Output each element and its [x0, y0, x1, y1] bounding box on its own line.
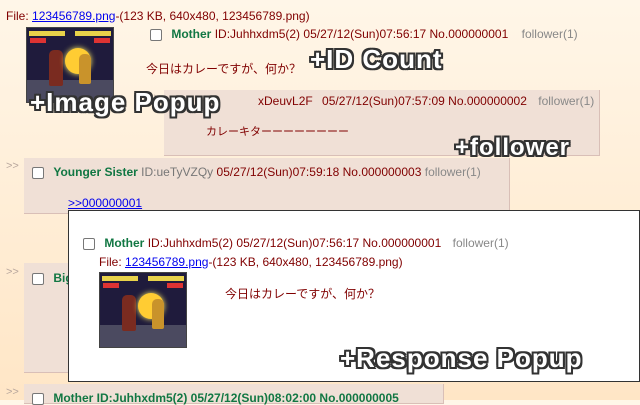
popup-thumbnail[interactable] — [99, 272, 187, 348]
post5-checkbox[interactable] — [32, 392, 44, 405]
popup-id[interactable]: ID:Juhhxdm5(2) — [148, 236, 233, 250]
post1-follower[interactable]: follower(1) — [522, 27, 578, 41]
post3-id[interactable]: ID:ueTyVZQy — [141, 165, 213, 179]
popup-file-info: -(123 KB, 640x480, 123456789.png) — [208, 255, 403, 269]
overlay-id-count: +ID Count — [310, 44, 443, 74]
post3-no[interactable]: No.000000003 — [343, 165, 422, 179]
post3-follower[interactable]: follower(1) — [425, 165, 481, 179]
popup-file-link[interactable]: 123456789.png — [125, 255, 208, 269]
post1-name: Mother — [171, 27, 212, 41]
post3-date: 05/27/12(Sun)07:59:18 — [216, 165, 340, 179]
popup-message: 今日はカレーですが、何か？ — [225, 287, 381, 301]
post3-header: Younger Sister ID:ueTyVZQy 05/27/12(Sun)… — [32, 165, 481, 179]
file-label: File: — [6, 9, 29, 23]
post3-arrow: >> — [6, 160, 19, 172]
file-line: File: 123456789.png-(123 KB, 640x480, 12… — [6, 9, 310, 23]
post1-date: 05/27/12(Sun)07:56:17 — [303, 27, 427, 41]
post2-follower[interactable]: follower(1) — [538, 94, 594, 108]
post2-no[interactable]: No.000000002 — [448, 94, 527, 108]
post2-message: カレーキターーーーーーーー — [206, 126, 349, 138]
post3-name: Younger Sister — [53, 165, 138, 179]
post3-checkbox[interactable] — [32, 166, 44, 179]
popup-checkbox[interactable] — [83, 237, 95, 250]
post4-checkbox[interactable] — [32, 272, 44, 285]
overlay-response-popup: +Response Popup — [340, 343, 583, 373]
popup-follower[interactable]: follower(1) — [453, 236, 509, 250]
file-link[interactable]: 123456789.png — [32, 9, 115, 23]
popup-file-label: File: — [99, 255, 122, 269]
post4-arrow: >> — [6, 266, 19, 278]
post2-header: xDeuvL2F 05/27/12(Sun)07:57:09 No.000000… — [258, 94, 594, 108]
post1-no[interactable]: No.000000001 — [430, 27, 509, 41]
post5-header: Mother ID:Juhhxdm5(2) 05/27/12(Sun)08:02… — [32, 391, 399, 405]
post3-quote-link[interactable]: >>000000001 — [68, 196, 142, 210]
popup-no[interactable]: No.000000001 — [363, 236, 442, 250]
post5-text: Mother ID:Juhhxdm5(2) 05/27/12(Sun)08:02… — [53, 391, 399, 405]
popup-file-line: File: 123456789.png-(123 KB, 640x480, 12… — [99, 255, 403, 269]
post1-id[interactable]: ID:Juhhxdm5(2) — [215, 27, 300, 41]
post1-message: 今日はカレーですが、何か？ — [146, 62, 302, 76]
popup-name: Mother — [104, 236, 145, 250]
post1-header: Mother ID:Juhhxdm5(2) 05/27/12(Sun)07:56… — [150, 27, 578, 41]
post2-date: 05/27/12(Sun)07:57:09 — [322, 94, 445, 108]
popup-date: 05/27/12(Sun)07:56:17 — [236, 236, 360, 250]
post4-header: Big — [32, 271, 73, 285]
overlay-follower: +follower — [455, 134, 571, 161]
post1-checkbox[interactable] — [150, 28, 162, 41]
post2-id[interactable]: xDeuvL2F — [258, 94, 313, 108]
popup-header: Mother ID:Juhhxdm5(2) 05/27/12(Sun)07:56… — [83, 236, 509, 250]
post5-arrow: >> — [6, 386, 19, 398]
overlay-image-popup: +Image Popup — [30, 87, 221, 117]
file-info: -(123 KB, 640x480, 123456789.png) — [115, 9, 310, 23]
